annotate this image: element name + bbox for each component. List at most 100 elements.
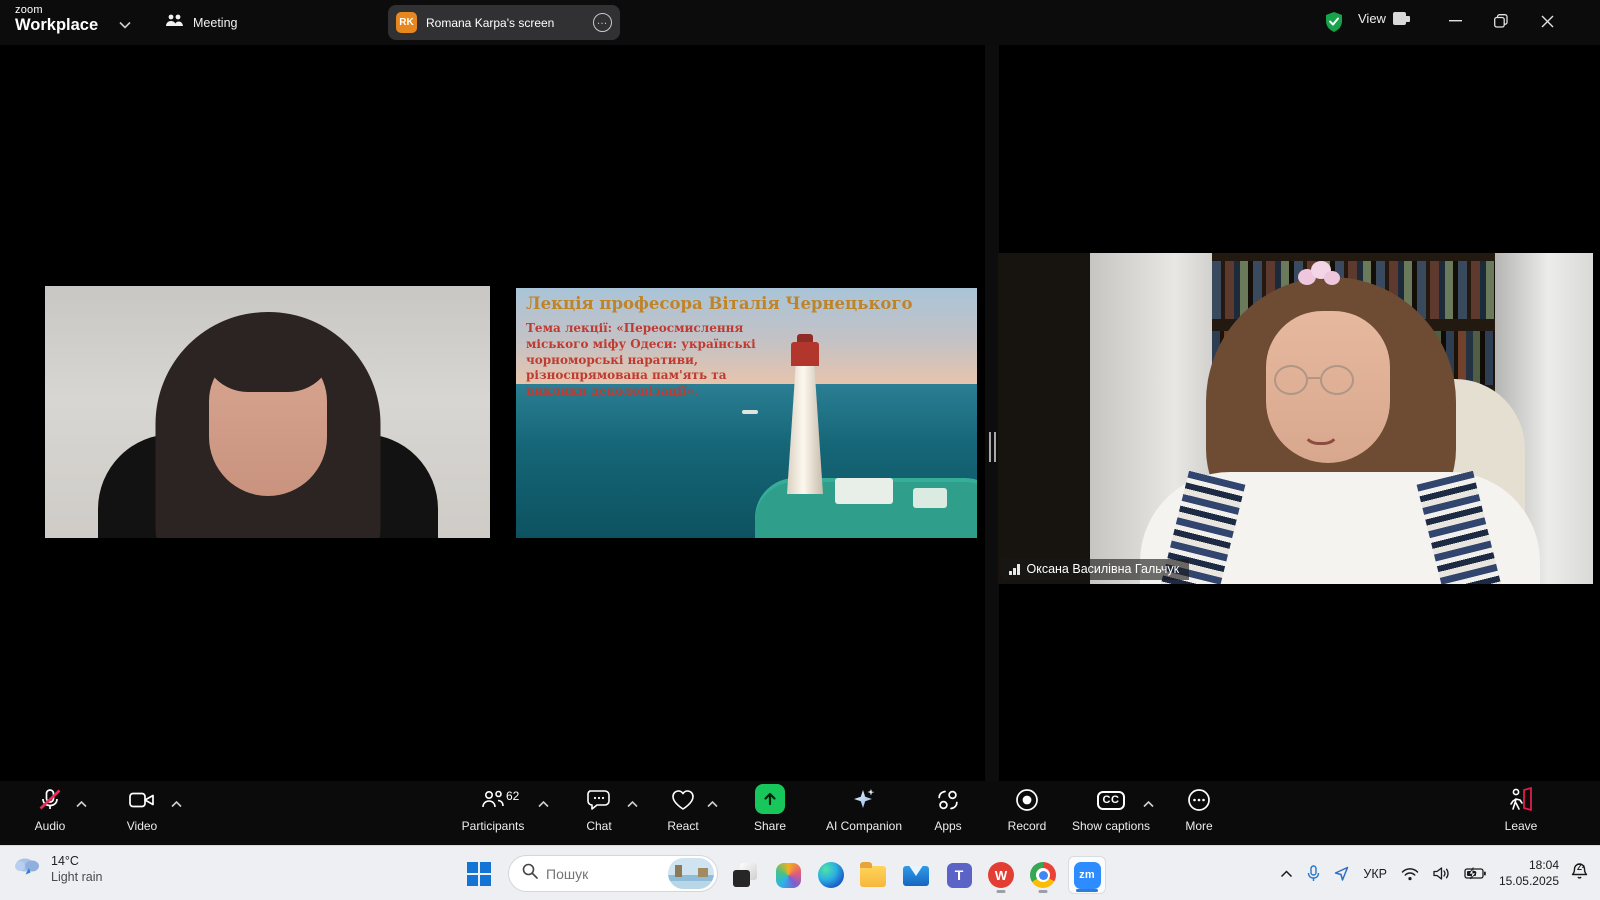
taskbar-app-wps[interactable]: W <box>982 856 1020 894</box>
cc-icon: CC <box>1097 791 1126 810</box>
video-options-caret[interactable] <box>171 795 182 813</box>
mail-icon <box>903 866 929 886</box>
teams-icon: T <box>947 863 972 888</box>
taskbar-app-mail[interactable] <box>897 856 935 894</box>
tab-meeting-label: Meeting <box>193 16 237 30</box>
meeting-toolbar: Audio Video <box>0 781 1600 845</box>
lighthouse-cap <box>797 334 813 342</box>
logo-line1: zoom <box>15 5 98 17</box>
apps-icon <box>935 786 961 814</box>
taskbar-app-teams[interactable]: T <box>940 856 978 894</box>
battery-icon[interactable] <box>1457 854 1493 894</box>
running-indicator <box>1039 890 1048 893</box>
zoom-meeting-window: zoom Workplace Meeting RK Romana Karpa's… <box>0 0 1600 900</box>
weather-condition: Light rain <box>51 870 102 885</box>
share-button-label: Share <box>754 819 786 833</box>
participants-button-label: Participants <box>462 819 525 833</box>
share-screen-icon <box>755 784 785 814</box>
chevron-down-icon[interactable] <box>119 16 131 34</box>
file-explorer-icon <box>860 866 886 887</box>
more-button[interactable]: More <box>1144 786 1254 842</box>
glasses-right-lens <box>1320 365 1354 395</box>
leave-button[interactable]: Leave <box>1466 786 1576 842</box>
taskbar-app-task-view[interactable] <box>726 856 764 894</box>
meeting-content-area: Лекція професора Віталія Чернецького Тем… <box>0 45 1600 781</box>
participant-name: Оксана Василівна Гальчук <box>1027 562 1180 576</box>
security-shield-icon[interactable] <box>1324 11 1344 38</box>
panel-divider <box>985 45 999 781</box>
more-icon <box>1186 786 1212 814</box>
participant-name-tag: Оксана Василівна Гальчук <box>1002 559 1189 580</box>
do-not-disturb-label: Zᶻ <box>1577 863 1585 872</box>
taskbar-search[interactable] <box>508 855 718 892</box>
panel-resize-handle[interactable] <box>989 432 996 462</box>
connection-signal-icon <box>1009 564 1020 575</box>
more-options-icon[interactable]: … <box>593 13 612 32</box>
taskbar-app-zoom[interactable]: zm <box>1068 856 1106 894</box>
zoom-workplace-logo: zoom Workplace <box>15 5 98 34</box>
react-button-label: React <box>667 819 698 833</box>
tray-chevron-up-icon[interactable] <box>1273 854 1300 894</box>
slide-boat <box>742 410 758 414</box>
participant-video-right: Оксана Василівна Гальчук <box>998 253 1593 584</box>
camera-icon <box>128 786 156 814</box>
chrome-icon <box>1030 862 1056 888</box>
restore-button[interactable] <box>1478 0 1524 42</box>
glasses-left-lens <box>1274 365 1308 395</box>
tray-microphone-icon[interactable] <box>1300 854 1327 894</box>
minimize-button[interactable] <box>1432 0 1478 42</box>
weather-widget[interactable]: 14°C Light rain <box>12 853 102 885</box>
more-button-label: More <box>1185 819 1212 833</box>
video-button-label: Video <box>127 819 157 833</box>
tab-shared-screen[interactable]: RK Romana Karpa's screen … <box>388 5 620 40</box>
tab-meeting[interactable]: Meeting <box>155 0 247 45</box>
wifi-icon[interactable] <box>1394 854 1426 894</box>
search-input[interactable] <box>546 866 654 882</box>
tray-time: 18:04 <box>1499 858 1559 874</box>
microphone-muted-icon <box>37 786 63 814</box>
shared-slide: Лекція професора Віталія Чернецького Тем… <box>516 288 977 538</box>
view-button-label: View <box>1358 11 1386 26</box>
hair-flower <box>1298 261 1342 291</box>
people-icon <box>165 13 184 32</box>
edge-icon <box>818 862 844 888</box>
tray-clock[interactable]: 18:04 15.05.2025 <box>1493 858 1565 889</box>
search-icon <box>522 863 538 884</box>
titlebar: zoom Workplace Meeting RK Romana Karpa's… <box>0 0 1600 45</box>
participants-count: 62 <box>506 789 519 803</box>
windows-taskbar: 14°C Light rain <box>0 845 1600 900</box>
active-running-indicator <box>1076 889 1098 892</box>
system-tray: УКР <box>1273 846 1600 900</box>
record-icon <box>1014 786 1040 814</box>
layout-icon <box>1393 12 1406 25</box>
volume-icon[interactable] <box>1426 854 1457 894</box>
glasses-bridge <box>1308 377 1320 379</box>
sparkle-icon <box>851 786 877 814</box>
taskbar-app-file-explorer[interactable] <box>854 856 892 894</box>
search-highlight-thumbnail[interactable] <box>668 858 714 889</box>
participants-button[interactable]: Participants <box>438 786 548 842</box>
language-indicator[interactable]: УКР <box>1356 854 1394 894</box>
audio-options-caret[interactable] <box>76 795 87 813</box>
notification-bell[interactable]: Zᶻ <box>1565 862 1600 885</box>
tray-location-icon[interactable] <box>1327 854 1356 894</box>
wps-office-icon: W <box>988 862 1014 888</box>
participant-video-left <box>45 286 490 538</box>
slide-body-text: Тема лекції: «Переосмислення міського мі… <box>526 321 761 400</box>
tray-date: 15.05.2025 <box>1499 874 1559 890</box>
slide-title: Лекція професора Віталія Чернецького <box>526 294 966 313</box>
close-button[interactable] <box>1524 0 1570 42</box>
chat-button-label: Chat <box>586 819 611 833</box>
apps-button-label: Apps <box>934 819 961 833</box>
avatar: RK <box>396 12 417 33</box>
running-indicator <box>997 890 1006 893</box>
view-button[interactable]: View <box>1358 11 1406 26</box>
task-view-icon <box>733 863 757 887</box>
taskbar-app-copilot[interactable] <box>769 856 807 894</box>
taskbar-app-chrome[interactable] <box>1024 856 1062 894</box>
heart-icon <box>670 786 696 814</box>
taskbar-app-edge[interactable] <box>812 856 850 894</box>
ai-companion-button-label: AI Companion <box>826 819 902 833</box>
weather-icon <box>12 853 42 884</box>
start-button[interactable] <box>464 859 494 889</box>
